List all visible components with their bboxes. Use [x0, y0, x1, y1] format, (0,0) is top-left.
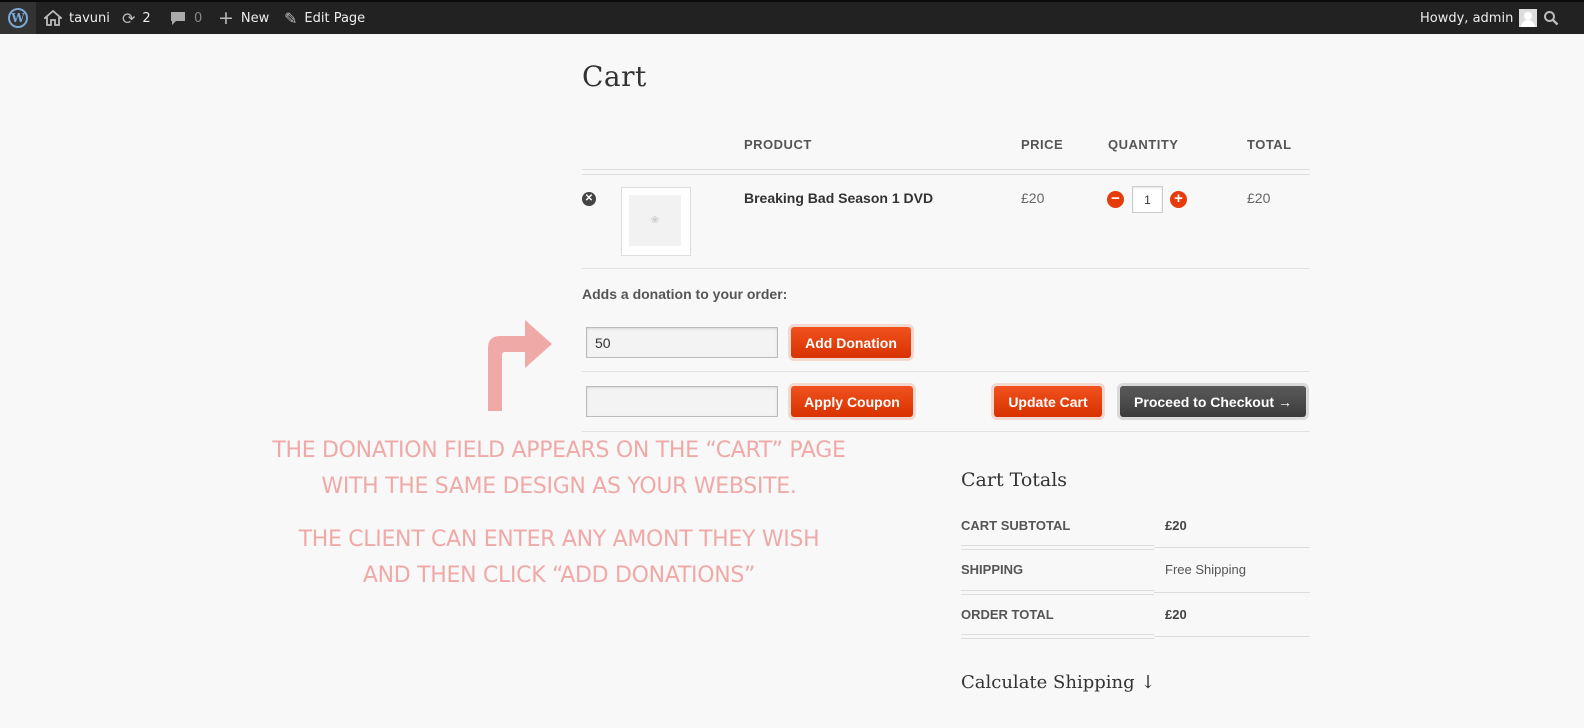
quantity-decrease-button[interactable]: − [1107, 191, 1124, 208]
howdy-text: Howdy, admin [1420, 10, 1514, 26]
annotation-arrow-icon [488, 320, 552, 411]
annotation-line-4: AND THEN CLICK “ADD DONATIONS” [362, 563, 756, 588]
product-price: £20 [1021, 190, 1045, 206]
annotation-line-3: THE CLIENT CAN ENTER ANY AMONT THEY WISH [298, 527, 820, 552]
annotation-line-1: THE DONATION FIELD APPEARS ON THE “CART”… [272, 438, 846, 463]
header-divider [582, 169, 1310, 175]
updates-count: 2 [142, 10, 151, 26]
donation-amount-input[interactable] [586, 327, 778, 358]
remove-item-icon[interactable]: ✕ [582, 192, 596, 206]
subtotal-value: £20 [1165, 518, 1187, 533]
donation-divider [582, 371, 1310, 372]
search-icon[interactable] [1543, 2, 1559, 34]
edit-page-link[interactable]: ✎ Edit Page [284, 2, 365, 34]
quantity-increase-button[interactable]: + [1170, 191, 1187, 208]
updates-link[interactable]: ⟳ 2 [122, 2, 151, 34]
comments-link[interactable]: 0 [170, 2, 202, 34]
coupon-code-input[interactable] [586, 386, 778, 417]
add-donation-button[interactable]: Add Donation [791, 327, 911, 358]
placeholder-image-icon: ❀ [629, 195, 681, 246]
account-menu[interactable]: Howdy, admin [1420, 2, 1538, 34]
site-name-link[interactable]: tavuni [44, 2, 110, 34]
plus-icon: + [218, 7, 234, 29]
comment-icon [171, 11, 185, 25]
header-product: PRODUCT [744, 137, 812, 152]
shipping-value: Free Shipping [1165, 562, 1246, 577]
product-name-link[interactable]: Breaking Bad Season 1 DVD [744, 190, 933, 206]
product-thumbnail[interactable]: ❀ [621, 187, 691, 256]
totals-divider [961, 545, 1154, 550]
update-cart-button[interactable]: Update Cart [994, 386, 1102, 417]
donation-label: Adds a donation to your order: [582, 286, 788, 302]
proceed-to-checkout-button[interactable]: Proceed to Checkout → [1120, 386, 1306, 417]
pencil-icon: ✎ [284, 8, 298, 28]
comments-count: 0 [194, 10, 203, 26]
totals-divider [961, 634, 1154, 639]
updates-icon: ⟳ [122, 8, 136, 28]
site-name: tavuni [69, 10, 110, 26]
admin-bar: W tavuni ⟳ 2 0 + New ✎ Edit Page Howdy, … [0, 0, 1584, 34]
new-label: New [240, 10, 270, 26]
new-content-link[interactable]: + New [218, 2, 269, 34]
calculate-shipping-link[interactable]: Calculate Shipping ↓ [961, 672, 1155, 693]
header-quantity: QUANTITY [1108, 137, 1179, 152]
totals-divider [961, 590, 1154, 595]
avatar [1519, 9, 1538, 27]
order-total-value: £20 [1165, 607, 1187, 622]
annotation-line-2: WITH THE SAME DESIGN AS YOUR WEBSITE. [321, 474, 797, 499]
totals-divider [1154, 636, 1310, 637]
row-divider [582, 268, 1310, 269]
product-total: £20 [1247, 190, 1271, 206]
page-title: Cart [582, 60, 647, 93]
edit-page-label: Edit Page [304, 10, 366, 26]
cart-totals-title: Cart Totals [961, 469, 1068, 491]
totals-divider [1154, 592, 1310, 593]
shipping-label: SHIPPING [961, 562, 1024, 577]
apply-coupon-button[interactable]: Apply Coupon [791, 386, 913, 417]
subtotal-label: CART SUBTOTAL [961, 518, 1071, 533]
actions-divider [582, 431, 1310, 432]
wordpress-logo-icon[interactable]: W [0, 2, 36, 34]
order-total-label: ORDER TOTAL [961, 607, 1054, 622]
quantity-input[interactable] [1132, 186, 1163, 213]
header-price: PRICE [1021, 137, 1064, 152]
home-icon [44, 10, 62, 26]
header-total: TOTAL [1247, 137, 1292, 152]
totals-divider [1154, 547, 1310, 548]
